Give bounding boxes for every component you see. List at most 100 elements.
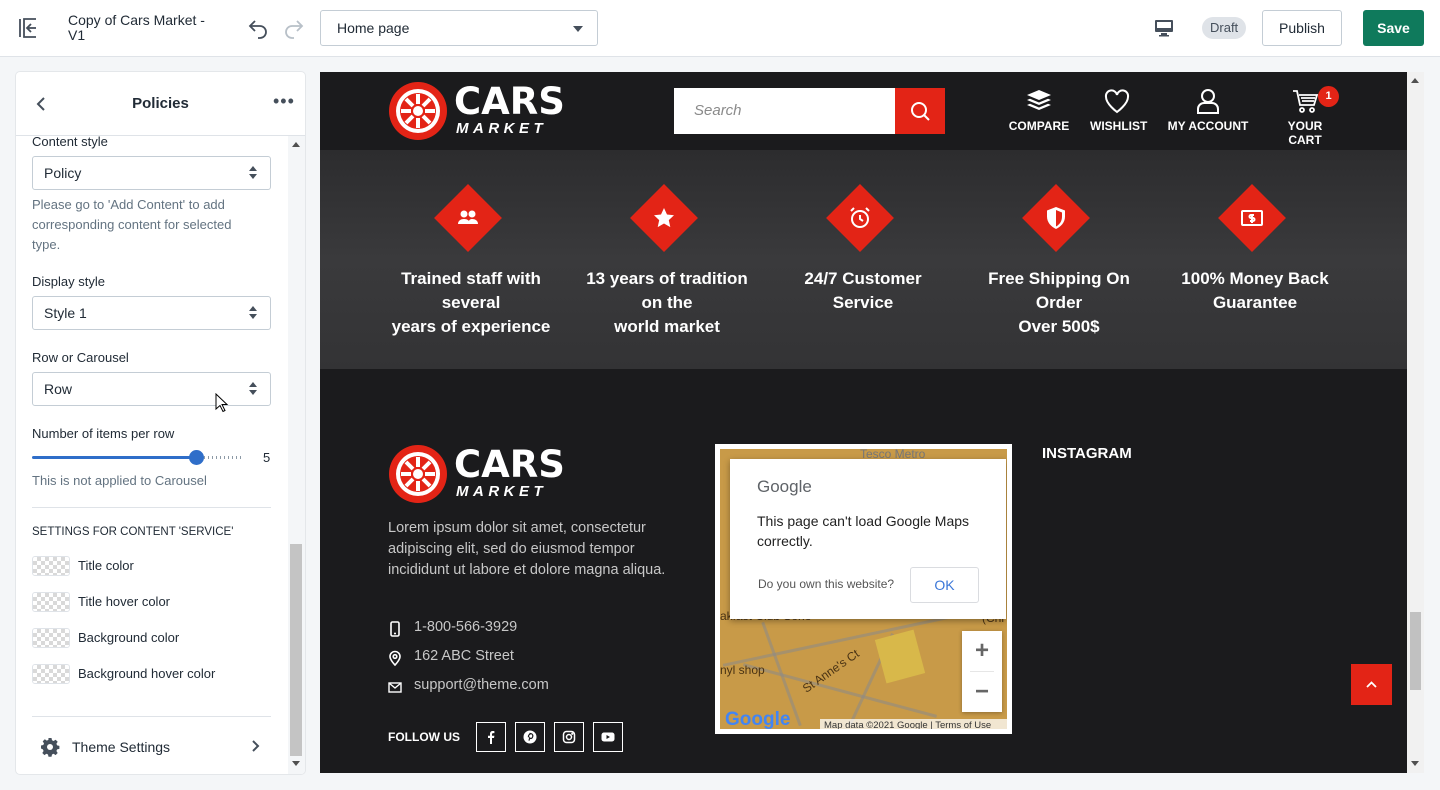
items-help-text: This is not applied to Carousel — [32, 473, 207, 488]
sidebar-title: Policies — [132, 95, 189, 112]
select-arrows-icon — [248, 306, 258, 320]
your-cart-label: YOUR CART — [1287, 119, 1323, 147]
site-header: CARS MARKET Search COMPARE WISHLIST MY A… — [320, 72, 1407, 150]
color-swatch[interactable] — [32, 592, 70, 612]
color-swatch[interactable] — [32, 664, 70, 684]
wishlist-link[interactable]: WISHLIST — [1090, 88, 1147, 138]
divider — [32, 507, 271, 508]
display-style-value: Style 1 — [44, 305, 87, 321]
scroll-down-icon[interactable] — [1411, 761, 1419, 766]
color-swatch[interactable] — [32, 628, 70, 648]
shield-icon — [1047, 207, 1065, 229]
divider — [32, 716, 271, 717]
user-icon — [1197, 89, 1219, 114]
star-icon — [654, 208, 674, 228]
policy-text-line: several — [441, 293, 501, 312]
undo-icon[interactable] — [246, 16, 270, 40]
theme-settings-button[interactable]: Theme Settings — [16, 716, 288, 774]
color-label: Title color — [78, 558, 134, 573]
content-style-select[interactable]: Policy — [32, 156, 271, 190]
instagram-link[interactable] — [554, 722, 584, 752]
policy-text-line: Order — [1035, 293, 1083, 312]
policy-text-line: Service — [832, 293, 894, 312]
save-button[interactable]: Save — [1363, 10, 1424, 46]
site-search-input[interactable]: Search — [674, 88, 895, 134]
page-select-value: Home page — [337, 20, 410, 36]
logo-market-text: MARKET — [456, 483, 548, 500]
slider-track-fill — [32, 456, 196, 459]
my-account-label: MY ACCOUNT — [1167, 119, 1249, 133]
map-attribution[interactable]: Map data ©2021 Google | Terms of Use — [820, 719, 1007, 729]
follow-us-label: FOLLOW US — [388, 730, 460, 744]
youtube-icon — [601, 732, 615, 742]
map-canvas[interactable]: Tesco Metro akfast Club Soho St Anne's C… — [720, 449, 1007, 729]
color-label: Background hover color — [78, 666, 216, 681]
google-map[interactable]: Tesco Metro akfast Club Soho St Anne's C… — [715, 444, 1012, 734]
map-ok-button[interactable]: OK — [910, 567, 979, 603]
theme-preview: CARS MARKET Search COMPARE WISHLIST MY A… — [320, 72, 1407, 773]
pinterest-link[interactable] — [515, 722, 545, 752]
scrollbar-thumb[interactable] — [290, 544, 302, 756]
display-style-select[interactable]: Style 1 — [32, 296, 271, 330]
policy-text-line: 13 years of tradition — [586, 269, 748, 288]
policy-text-line: Free Shipping On — [988, 269, 1130, 288]
scroll-down-icon[interactable] — [292, 761, 300, 766]
exit-icon[interactable] — [16, 16, 40, 40]
policies-section: Trained staff with several years of expe… — [320, 150, 1407, 369]
redo-icon[interactable] — [282, 16, 306, 40]
display-style-label: Display style — [32, 274, 105, 289]
slider-handle[interactable] — [189, 450, 204, 465]
search-icon — [911, 102, 930, 121]
sidebar-scrollbar[interactable] — [288, 136, 305, 774]
row-carousel-label: Row or Carousel — [32, 350, 129, 365]
sidebar-header: Policies ••• — [16, 72, 305, 136]
back-to-top-button[interactable] — [1351, 664, 1392, 705]
color-swatch[interactable] — [32, 556, 70, 576]
map-error-dialog: Google This page can't load Google Maps … — [730, 459, 1006, 619]
instagram-icon — [562, 730, 576, 744]
site-search-button[interactable] — [895, 88, 945, 134]
phone-icon — [390, 621, 400, 637]
policy-text-line: Trained staff with — [401, 269, 541, 288]
scroll-up-icon[interactable] — [1411, 78, 1419, 83]
policy-text-line: Guarantee — [1212, 293, 1298, 312]
sidebar-body: Content style Policy Please go to 'Add C… — [16, 136, 288, 698]
facebook-link[interactable] — [476, 722, 506, 752]
policy-text-line: world market — [614, 317, 720, 336]
policy-text-line: 100% Money Back — [1181, 269, 1329, 288]
cart-count-badge: 1 — [1318, 86, 1339, 107]
compare-link[interactable]: COMPARE — [1008, 88, 1070, 138]
youtube-link[interactable] — [593, 722, 623, 752]
map-block — [874, 629, 926, 684]
more-options-icon[interactable]: ••• — [273, 92, 294, 114]
select-arrows-icon — [248, 166, 258, 180]
row-carousel-select[interactable]: Row — [32, 372, 271, 406]
items-per-row-slider[interactable] — [32, 450, 244, 465]
scroll-up-icon[interactable] — [292, 142, 300, 147]
cart-icon — [1293, 90, 1319, 113]
your-cart-link[interactable]: YOUR CART 1 — [1270, 86, 1340, 147]
facebook-icon — [488, 731, 495, 744]
gear-icon — [41, 738, 60, 757]
preview-scrollbar[interactable] — [1407, 72, 1424, 773]
desktop-icon[interactable] — [1154, 18, 1174, 38]
layers-icon — [1027, 90, 1051, 110]
scrollbar-thumb[interactable] — [1410, 612, 1421, 690]
map-ownership-question[interactable]: Do you own this website? — [758, 577, 894, 591]
select-arrows-icon — [248, 382, 258, 396]
publish-button[interactable]: Publish — [1262, 10, 1342, 46]
content-style-value: Policy — [44, 165, 82, 181]
zoom-out-button[interactable]: − — [962, 672, 1002, 712]
google-wordmark: Google — [757, 477, 812, 496]
policy-text: 100% Money Back Guarantee — [1157, 267, 1353, 315]
footer-logo[interactable]: CARS MARKET — [388, 444, 565, 504]
site-logo[interactable]: CARS MARKET — [388, 81, 565, 141]
page-select[interactable]: Home page — [320, 10, 598, 46]
mouse-cursor-icon — [215, 393, 229, 413]
zoom-in-button[interactable]: + — [962, 631, 1002, 671]
map-label: nyl shop — [720, 663, 765, 677]
my-account-link[interactable]: MY ACCOUNT — [1166, 88, 1250, 138]
alarm-clock-icon — [850, 207, 870, 228]
policy-text: Trained staff with several years of expe… — [373, 267, 569, 339]
wheel-logo-icon — [389, 82, 447, 140]
